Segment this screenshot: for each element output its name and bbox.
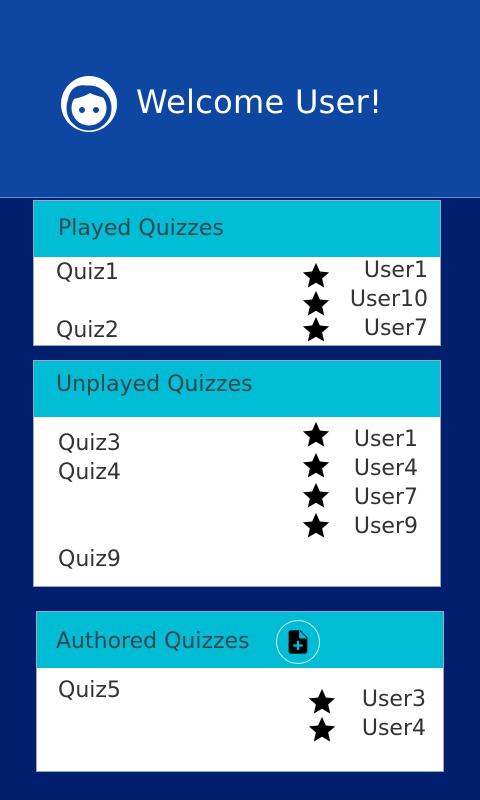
quiz-item[interactable]: Quiz4	[58, 459, 121, 487]
user-item[interactable]: User4	[362, 715, 426, 743]
star-icon	[302, 262, 330, 288]
user-item[interactable]: User1	[354, 426, 418, 454]
unplayed-quizzes-card: Unplayed Quizzes Quiz3 Quiz4 Quiz9 User1…	[33, 360, 441, 587]
played-quizzes-header: Played Quizzes	[34, 201, 440, 257]
face-icon[interactable]	[60, 75, 118, 133]
star-icon	[302, 482, 330, 508]
quiz-item[interactable]: Quiz1	[56, 259, 119, 287]
authored-quizzes-title: Authored Quizzes	[56, 629, 250, 654]
add-quiz-button[interactable]	[276, 620, 320, 664]
user-item[interactable]: User10	[350, 286, 428, 314]
app-header: Welcome User!	[0, 0, 480, 198]
star-icon	[308, 688, 336, 714]
star-icon	[302, 316, 330, 342]
user-item[interactable]: User1	[364, 257, 428, 285]
user-item[interactable]: User9	[354, 513, 418, 541]
authored-quizzes-card: Authored Quizzes Quiz5 User3 User4	[36, 611, 444, 772]
played-quizzes-card: Played Quizzes Quiz1 Quiz2 User1 User10 …	[33, 200, 441, 346]
star-icon	[302, 512, 330, 538]
note-add-icon	[288, 630, 308, 654]
quiz-item[interactable]: Quiz5	[58, 677, 121, 705]
quiz-item[interactable]: Quiz2	[56, 317, 119, 345]
user-item[interactable]: User7	[354, 484, 418, 512]
quiz-item[interactable]: Quiz3	[58, 430, 121, 458]
authored-quizzes-header: Authored Quizzes	[37, 612, 443, 668]
unplayed-quizzes-header: Unplayed Quizzes	[34, 361, 440, 417]
star-icon	[308, 716, 336, 742]
unplayed-quizzes-title: Unplayed Quizzes	[56, 372, 253, 397]
quiz-item[interactable]: Quiz9	[58, 546, 121, 574]
welcome-title: Welcome User!	[136, 83, 383, 121]
star-icon	[302, 421, 330, 447]
star-icon	[302, 452, 330, 478]
user-item[interactable]: User3	[362, 686, 426, 714]
user-item[interactable]: User7	[364, 315, 428, 343]
user-item[interactable]: User4	[354, 455, 418, 483]
played-quizzes-title: Played Quizzes	[58, 216, 224, 241]
